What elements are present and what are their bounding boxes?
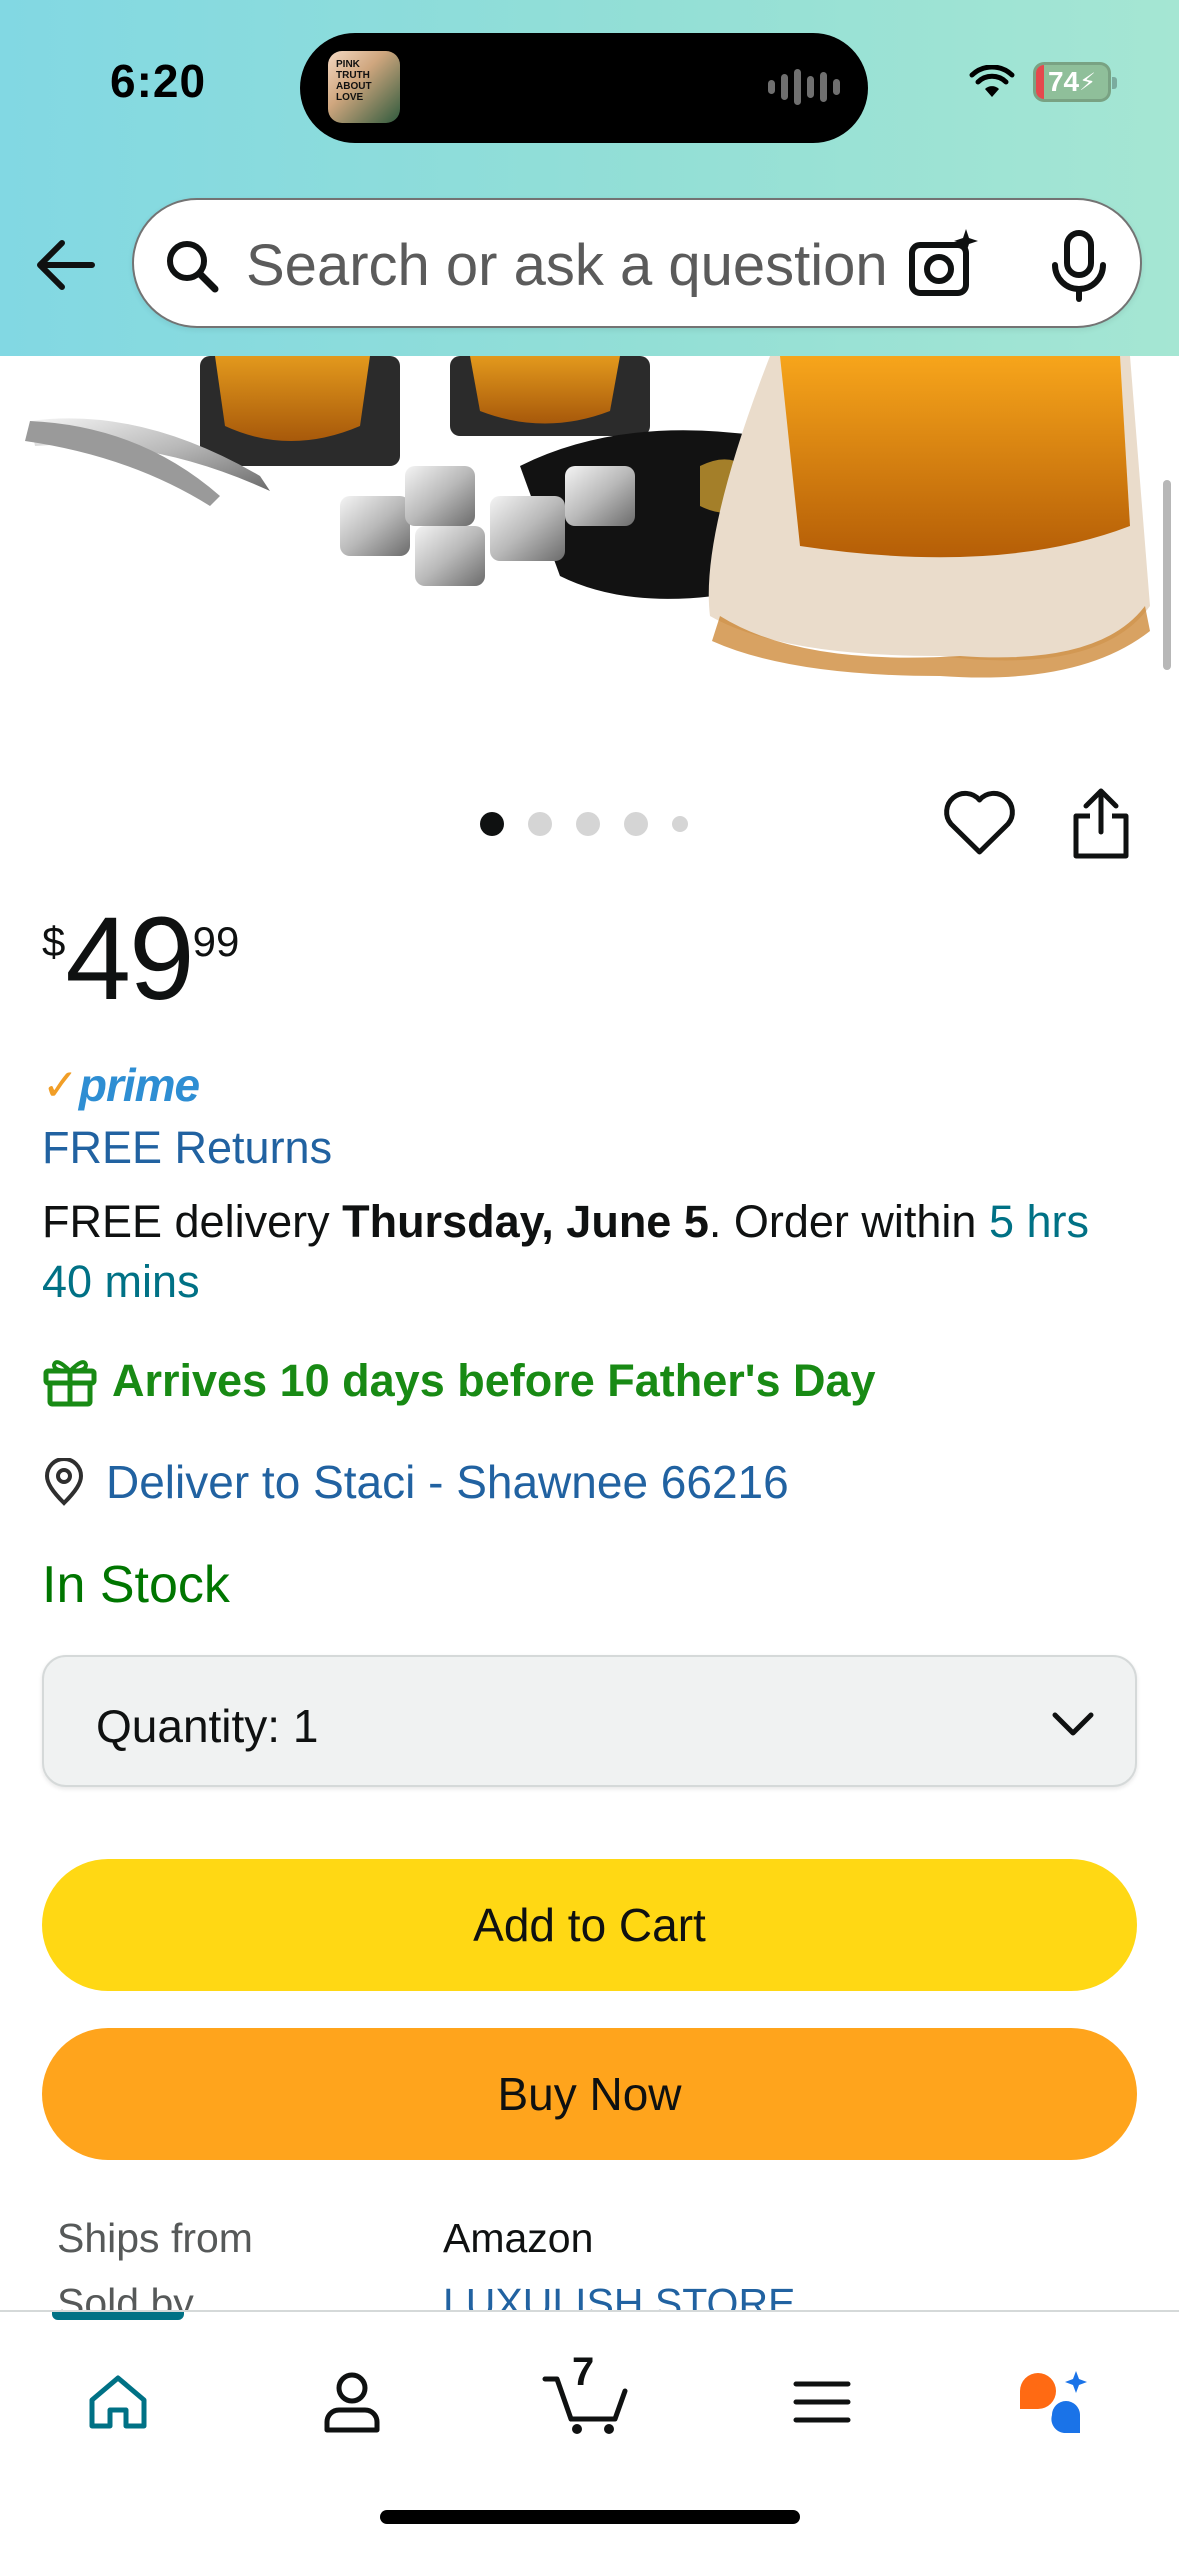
- product-price: $ 49 99: [42, 900, 239, 1018]
- battery-icon: 74 ⚡: [1033, 62, 1117, 102]
- price-whole: 49: [65, 893, 194, 1025]
- status-time: 6:20: [110, 55, 207, 107]
- camera-search-button[interactable]: [904, 225, 984, 305]
- pagination-dot[interactable]: [624, 812, 648, 836]
- ships-from-value: Amazon: [443, 2215, 594, 2261]
- availability-status: In Stock: [42, 1556, 230, 1614]
- nav-rufus-assistant[interactable]: [1004, 2352, 1104, 2452]
- prime-badge: ✓ prime: [42, 1059, 200, 1111]
- rufus-assistant-icon: [1020, 2371, 1087, 2434]
- now-playing-artwork-text: PINK TRUTH ABOUT LOVE: [336, 59, 372, 103]
- prime-check-icon: ✓: [42, 1061, 79, 1110]
- pagination-dot[interactable]: [528, 812, 552, 836]
- status-icons: 74 ⚡: [969, 62, 1117, 102]
- gift-icon: [43, 1360, 97, 1407]
- person-icon: [324, 2372, 380, 2433]
- delivery-middle: . Order within: [708, 1196, 989, 1247]
- deliver-to-text[interactable]: Deliver to Staci - Shawnee 66216: [106, 1455, 789, 1509]
- cart-count-badge: 7: [572, 2350, 595, 2394]
- battery-level: 74: [1047, 66, 1080, 97]
- nav-home[interactable]: [68, 2352, 168, 2452]
- nav-account[interactable]: [302, 2352, 402, 2452]
- camera-sparkle-icon: [909, 229, 978, 296]
- add-to-cart-button[interactable]: Add to Cart: [42, 1859, 1137, 1991]
- fathers-day-text: Arrives 10 days before Father's Day: [112, 1355, 876, 1406]
- nav-menu[interactable]: [772, 2352, 872, 2452]
- share-button[interactable]: [1068, 786, 1134, 862]
- search-icon: [167, 241, 219, 293]
- product-photo: [25, 356, 1150, 678]
- home-icon: [89, 2375, 147, 2429]
- dynamic-island[interactable]: PINK TRUTH ABOUT LOVE: [300, 33, 868, 143]
- add-to-wishlist-button[interactable]: [942, 788, 1017, 858]
- pagination-dot[interactable]: [672, 816, 688, 832]
- back-button[interactable]: [30, 230, 100, 300]
- scrollbar[interactable]: [1163, 480, 1171, 670]
- share-icon: [1073, 788, 1129, 859]
- microphone-icon: [1052, 230, 1106, 302]
- chevron-down-icon: [1052, 1712, 1094, 1736]
- delivery-date: Thursday, June 5: [342, 1196, 709, 1247]
- now-playing-artwork: PINK TRUTH ABOUT LOVE: [328, 51, 400, 123]
- search-bar[interactable]: [132, 198, 1142, 328]
- quantity-selector[interactable]: Quantity: 1: [42, 1655, 1137, 1787]
- quantity-label: Quantity: 1: [96, 1699, 318, 1753]
- pagination-dot[interactable]: [576, 812, 600, 836]
- search-input[interactable]: [246, 230, 926, 300]
- quantity-label-text: Quantity:: [96, 1700, 281, 1752]
- home-indicator[interactable]: [380, 2510, 800, 2524]
- audio-waveform-icon: [768, 69, 840, 105]
- pagination-dot[interactable]: [480, 812, 504, 836]
- prime-label: prime: [78, 1059, 200, 1111]
- deliver-to-link[interactable]: Deliver to Staci - Shawnee 66216: [42, 1455, 789, 1509]
- fathers-day-promo: Arrives 10 days before Father's Day: [42, 1355, 876, 1407]
- heart-icon: [944, 790, 1015, 855]
- quantity-value: 1: [292, 1700, 319, 1752]
- hamburger-menu-icon: [793, 2381, 851, 2423]
- location-pin-icon: [44, 1458, 84, 1506]
- delivery-prefix: FREE delivery: [42, 1196, 343, 1247]
- voice-search-button[interactable]: [1039, 225, 1119, 305]
- product-image[interactable]: [0, 356, 1179, 726]
- delivery-info: FREE delivery Thursday, June 5. Order wi…: [42, 1192, 1142, 1312]
- image-pagination-dots[interactable]: [480, 812, 688, 836]
- ships-from-label: Ships from: [57, 2215, 253, 2261]
- price-currency: $: [42, 918, 66, 965]
- buy-now-button[interactable]: Buy Now: [42, 2028, 1137, 2160]
- free-returns-link[interactable]: FREE Returns: [42, 1122, 332, 1174]
- price-fraction: 99: [192, 918, 240, 965]
- header: 6:20 PINK TRUTH ABOUT LOVE 74 ⚡: [0, 0, 1179, 356]
- active-tab-indicator: [52, 2312, 184, 2320]
- wifi-icon: [969, 65, 1015, 97]
- nav-cart[interactable]: 7: [536, 2350, 636, 2452]
- back-arrow-icon: [37, 240, 95, 290]
